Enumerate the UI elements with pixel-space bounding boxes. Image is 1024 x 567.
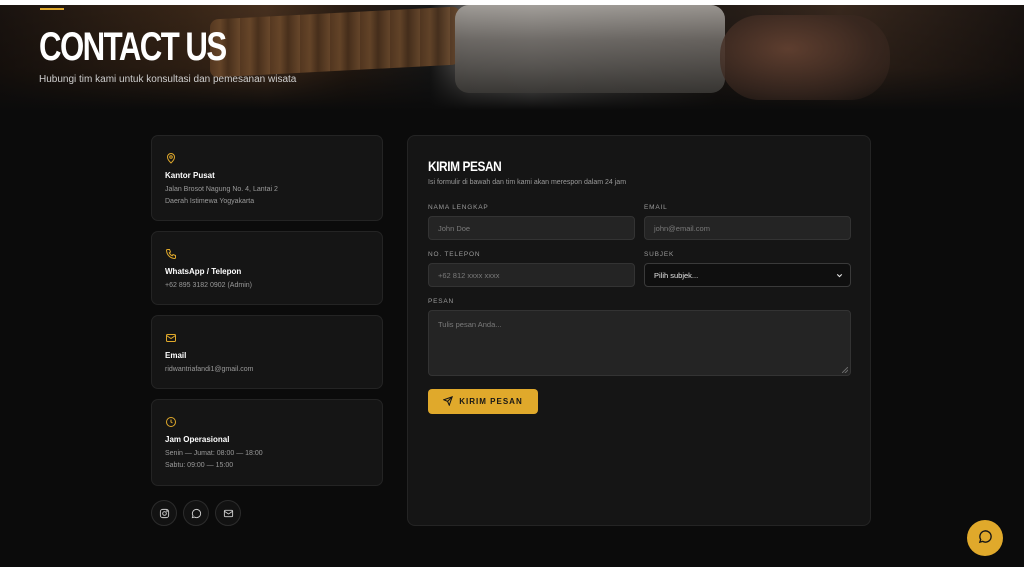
card-line: Daerah Istimewa Yogyakarta xyxy=(165,198,255,205)
card-line: ridwantriafandi1@gmail.com xyxy=(165,366,254,373)
hero-image-metal xyxy=(455,5,725,93)
hero-banner: CONTACT US Hubungi tim kami untuk konsul… xyxy=(0,5,1024,110)
whatsapp-link[interactable] xyxy=(183,500,209,526)
contact-form: KIRIM PESAN Isi formulir di bawah dan ti… xyxy=(407,135,871,526)
card-title: Kantor Pusat xyxy=(165,171,215,180)
card-line: Jalan Brosot Nagung No. 4, Lantai 2 xyxy=(165,186,278,193)
phone-label: NO. TELEPON xyxy=(428,251,481,258)
name-input[interactable]: John Doe xyxy=(428,216,635,240)
contact-card-whatsapp: WhatsApp / Telepon +62 895 3182 0902 (Ad… xyxy=(151,231,383,305)
card-title: Jam Operasional xyxy=(165,435,230,444)
hero-accent-line xyxy=(40,8,64,10)
chat-fab-button[interactable] xyxy=(967,520,1003,556)
hero-image-wood xyxy=(210,6,460,78)
contact-card-email: Email ridwantriafandi1@gmail.com xyxy=(151,315,383,389)
contact-card-office: Kantor Pusat Jalan Brosot Nagung No. 4, … xyxy=(151,135,383,221)
social-links xyxy=(151,500,241,526)
message-label: PESAN xyxy=(428,298,455,305)
email-label: EMAIL xyxy=(644,204,668,211)
submit-label: KIRIM PESAN xyxy=(459,397,523,406)
submit-button[interactable]: KIRIM PESAN xyxy=(428,389,538,414)
name-label: NAMA LENGKAP xyxy=(428,204,489,211)
message-placeholder: Tulis pesan Anda... xyxy=(438,320,502,329)
chevron-down-icon xyxy=(835,271,844,280)
phone-input[interactable]: +62 812 xxxx xxxx xyxy=(428,263,635,287)
resize-grip-icon[interactable] xyxy=(842,367,848,373)
message-textarea[interactable]: Tulis pesan Anda... xyxy=(428,310,851,376)
card-line: Sabtu: 09:00 — 15:00 xyxy=(165,462,234,469)
card-title: WhatsApp / Telepon xyxy=(165,267,242,276)
mail-icon xyxy=(223,504,234,523)
form-title: KIRIM PESAN xyxy=(428,158,502,174)
map-pin-icon xyxy=(165,149,177,164)
subject-label: SUBJEK xyxy=(644,251,675,258)
chat-icon xyxy=(191,504,202,523)
mail-icon xyxy=(165,329,177,342)
card-line: Senin — Jumat: 08:00 — 18:00 xyxy=(165,450,263,457)
subject-selected-value: Pilih subjek... xyxy=(654,270,699,280)
send-icon xyxy=(442,395,454,408)
email-link[interactable] xyxy=(215,500,241,526)
email-input[interactable]: john@email.com xyxy=(644,216,851,240)
card-line: +62 895 3182 0902 (Admin) xyxy=(165,282,252,289)
card-title: Email xyxy=(165,351,187,360)
hero-image-hand xyxy=(720,15,890,100)
instagram-link[interactable] xyxy=(151,500,177,526)
contact-card-hours: Jam Operasional Senin — Jumat: 08:00 — 1… xyxy=(151,399,383,486)
page-subtitle: Hubungi tim kami untuk konsultasi dan pe… xyxy=(39,74,297,85)
form-subtitle: Isi formulir di bawah dan tim kami akan … xyxy=(428,179,627,186)
chat-icon xyxy=(978,529,993,548)
clock-icon xyxy=(165,413,177,427)
page-title: CONTACT US xyxy=(39,25,227,69)
phone-icon xyxy=(165,245,177,260)
subject-select[interactable]: Pilih subjek... xyxy=(644,263,851,287)
instagram-icon xyxy=(159,504,170,523)
